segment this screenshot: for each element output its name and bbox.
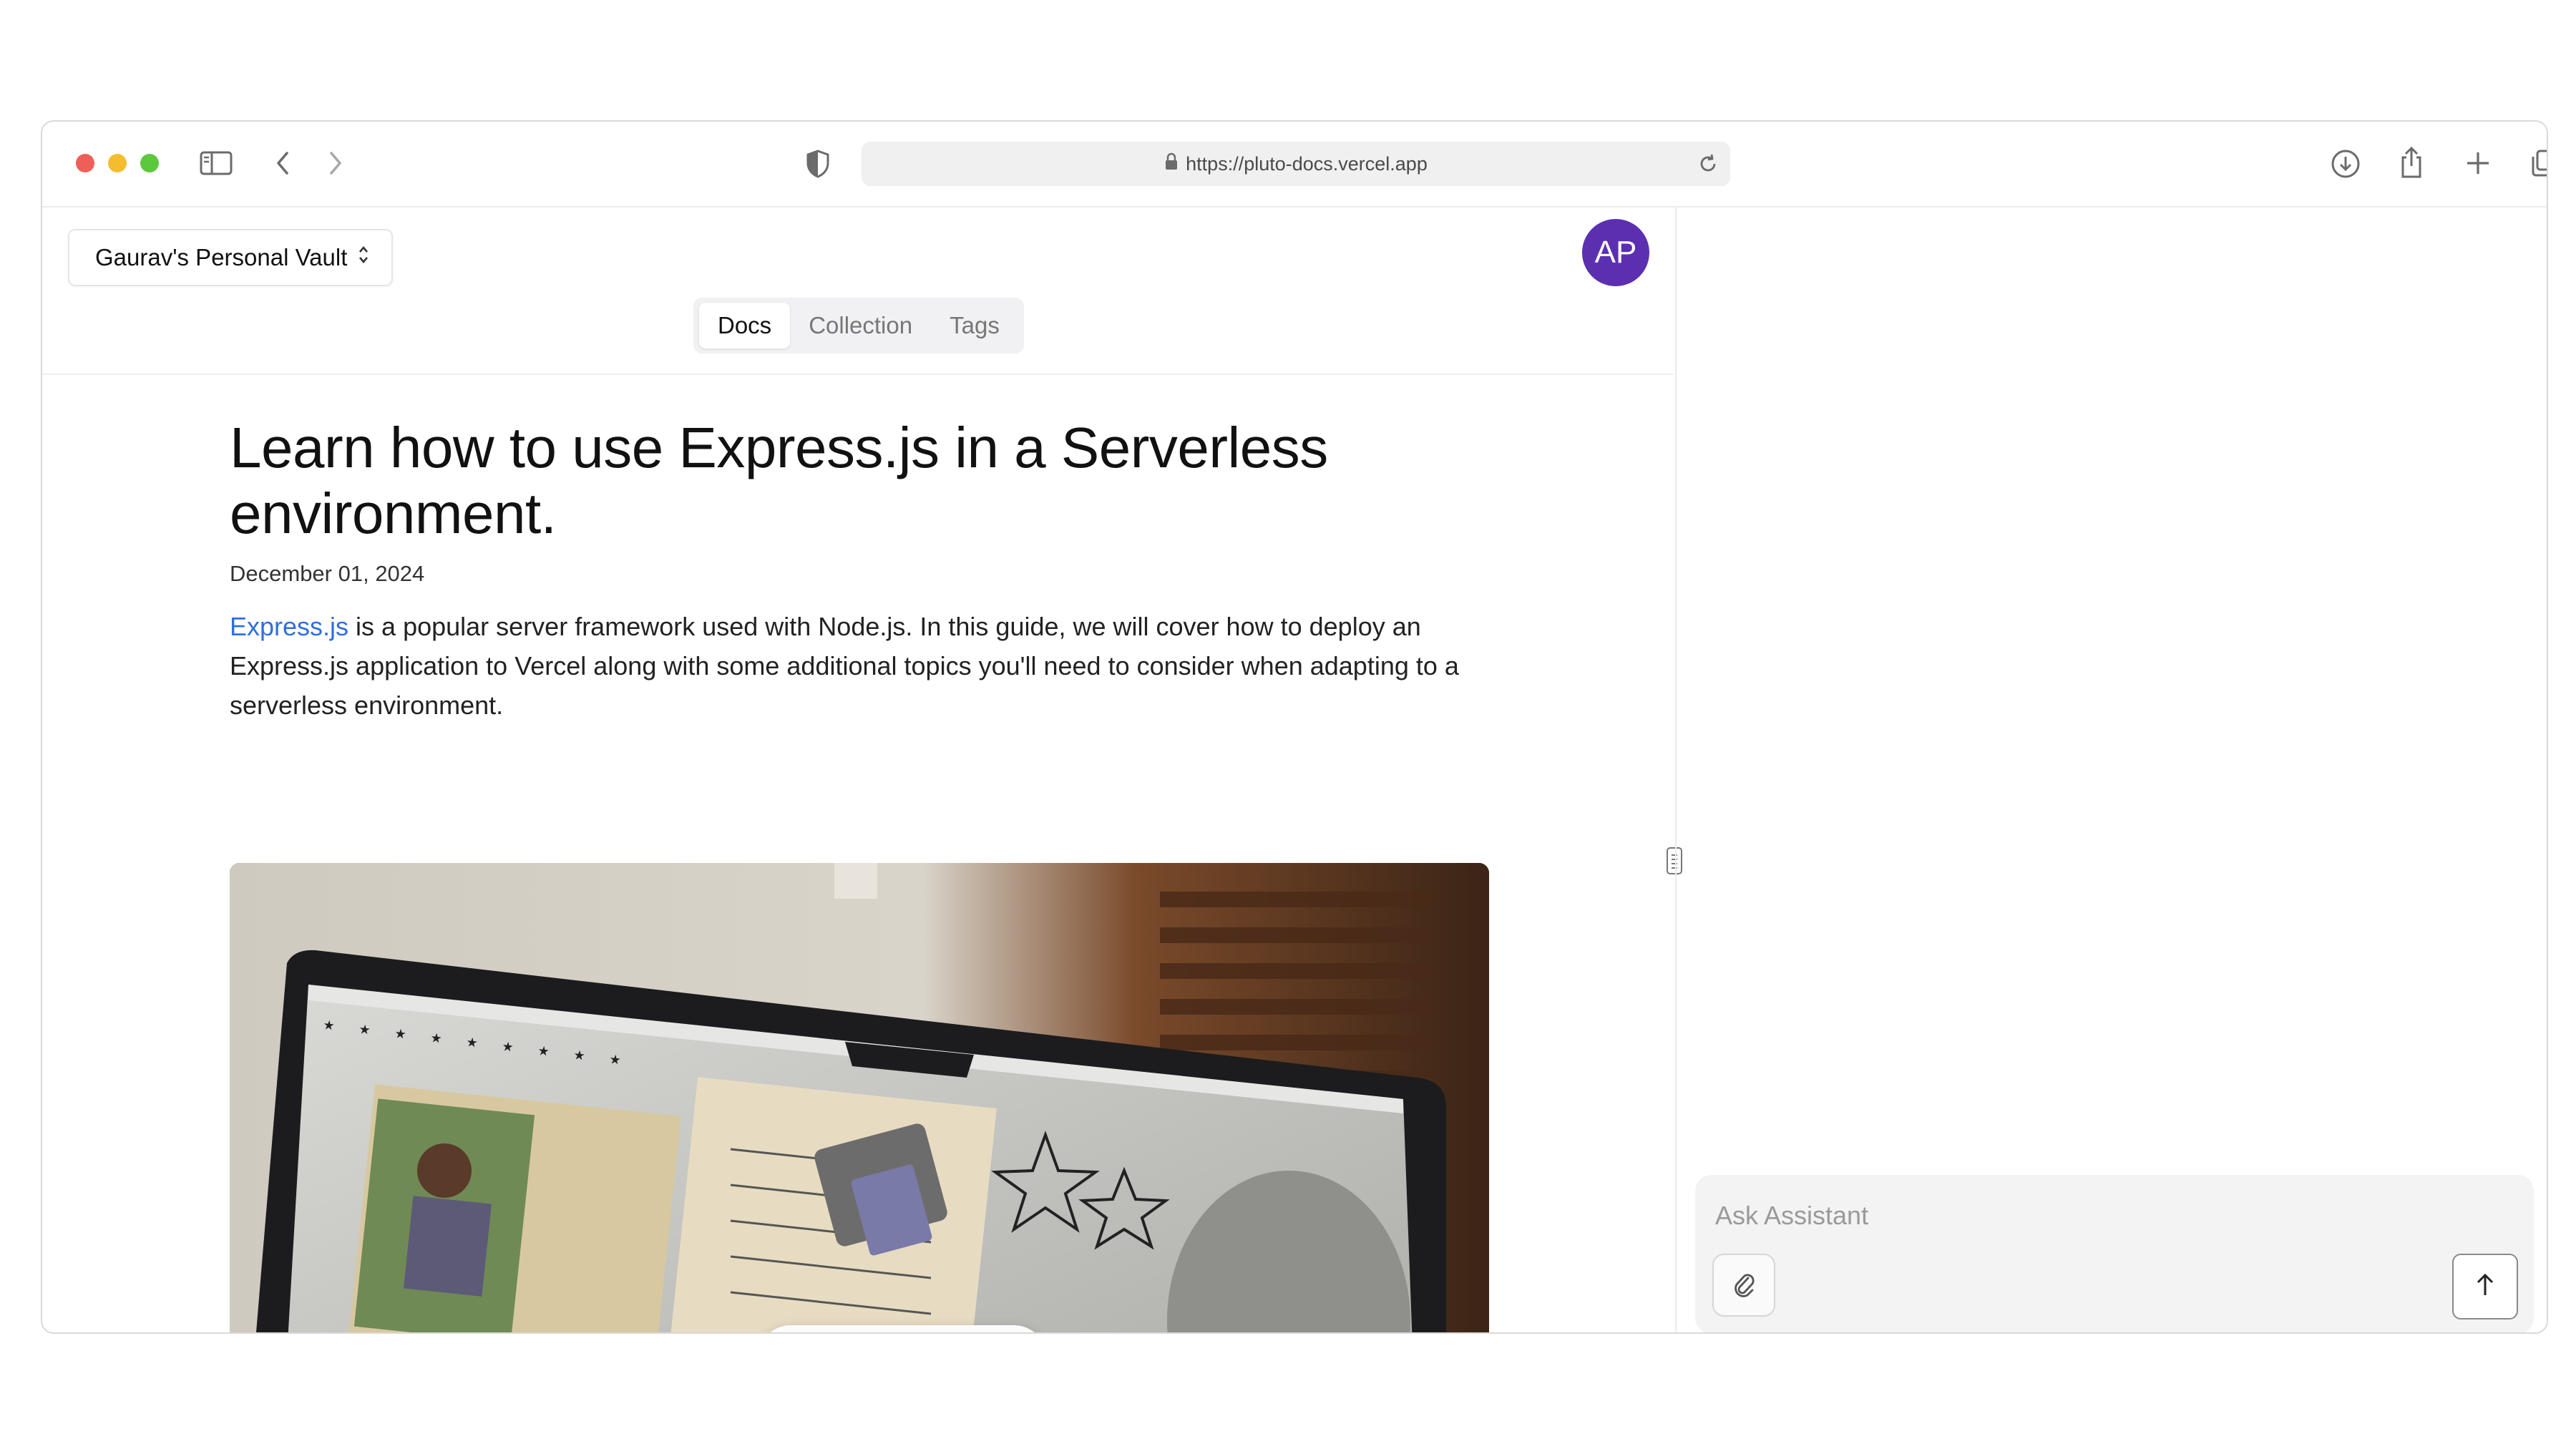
expressjs-link[interactable]: Express.js <box>230 612 348 641</box>
header-divider <box>42 374 1674 375</box>
publish-date: December 01, 2024 <box>230 561 425 586</box>
vault-selector[interactable]: Gaurav's Personal Vault <box>68 229 394 286</box>
arrow-up-icon <box>2474 1272 2497 1302</box>
hero-image: ★ ★ ★ ★ ★ ★ ★ ★ ★ <box>230 863 1489 1332</box>
tab-collection[interactable]: Collection <box>790 303 931 348</box>
new-tab-icon[interactable] <box>2464 149 2492 177</box>
tab-tags[interactable]: Tags <box>931 303 1018 348</box>
intro-text: is a popular server framework used with … <box>230 612 1459 720</box>
document-pane: Gaurav's Personal Vault AP Docs Collecti… <box>42 208 1682 1332</box>
browser-window: https://pluto-docs.vercel.app Gaurav's P… <box>41 120 2548 1334</box>
avatar-initials: AP <box>1594 235 1637 270</box>
ask-assistant-input[interactable]: Ask Assistant <box>1715 1201 1868 1231</box>
command-palette-trigger[interactable]: ⌘ K <box>758 1325 1047 1332</box>
send-button[interactable] <box>2452 1254 2518 1319</box>
minimize-window-button[interactable] <box>108 154 127 172</box>
tab-overview-icon[interactable] <box>2528 147 2547 179</box>
back-icon[interactable] <box>270 147 296 179</box>
document-body: Learn how to use Express.js in a Serverl… <box>230 415 1489 725</box>
privacy-shield-icon[interactable] <box>804 147 832 180</box>
vault-label: Gaurav's Personal Vault <box>95 244 348 270</box>
assistant-panel: Ask Assistant <box>1675 208 2547 1332</box>
sidebar-toggle-icon[interactable] <box>198 149 234 177</box>
maximize-window-button[interactable] <box>140 154 159 172</box>
forward-icon[interactable] <box>323 147 348 179</box>
browser-toolbar: https://pluto-docs.vercel.app <box>42 122 2547 208</box>
close-window-button[interactable] <box>76 154 94 172</box>
address-bar[interactable]: https://pluto-docs.vercel.app <box>862 142 1730 186</box>
lock-icon <box>1164 152 1179 176</box>
attach-button[interactable] <box>1712 1254 1775 1317</box>
page-title: Learn how to use Express.js in a Serverl… <box>230 416 1328 545</box>
share-icon[interactable] <box>2396 145 2426 180</box>
chevron-up-down-icon <box>357 243 370 272</box>
view-tabs: Docs Collection Tags <box>693 298 1024 353</box>
assistant-composer[interactable]: Ask Assistant <box>1695 1175 2534 1332</box>
tab-docs[interactable]: Docs <box>699 303 791 348</box>
avatar[interactable]: AP <box>1582 219 1649 286</box>
paperclip-icon <box>1731 1269 1757 1302</box>
reload-icon[interactable] <box>1697 152 1719 180</box>
download-icon[interactable] <box>2329 147 2362 180</box>
url-text: https://pluto-docs.vercel.app <box>1186 152 1428 175</box>
intro-paragraph: Express.js is a popular server framework… <box>230 607 1489 725</box>
